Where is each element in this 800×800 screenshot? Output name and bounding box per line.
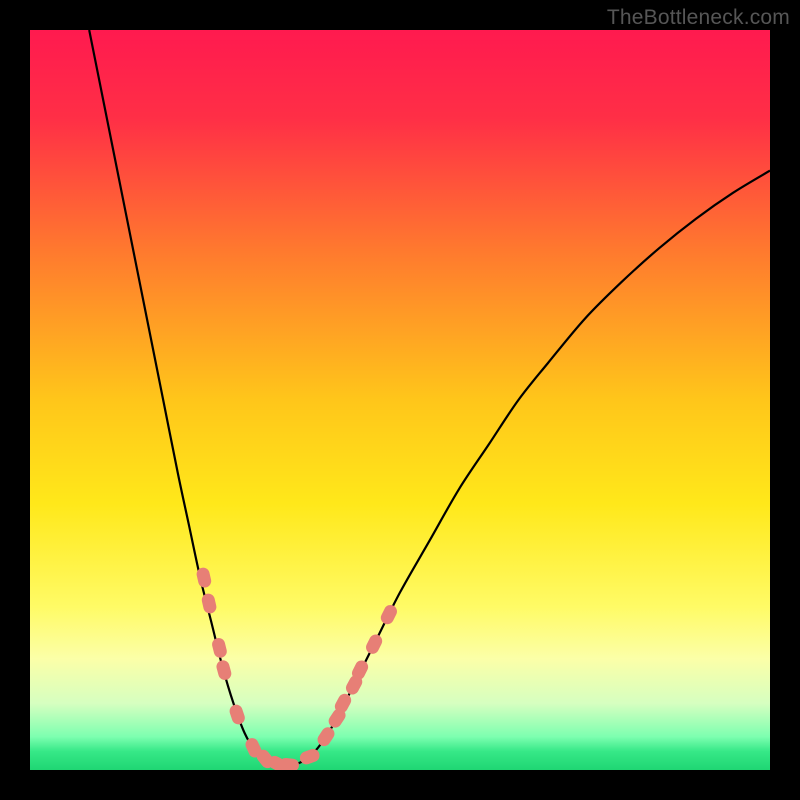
chart-frame: TheBottleneck.com [0,0,800,800]
background-gradient [30,30,770,770]
chart-svg [30,30,770,770]
plot-area [30,30,770,770]
watermark-text: TheBottleneck.com [607,6,790,30]
